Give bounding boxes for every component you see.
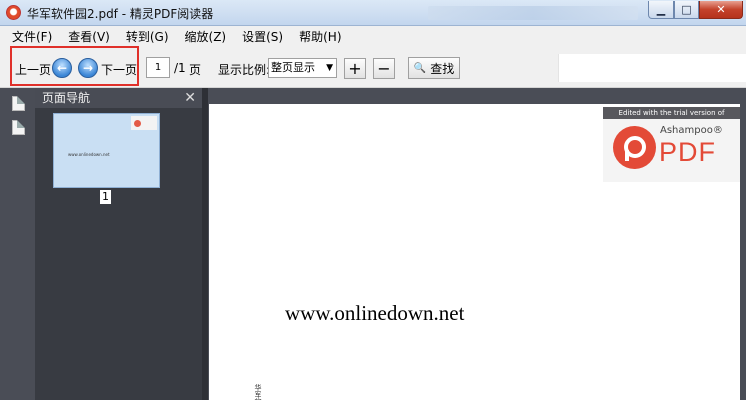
thumbnail-watermark-logo [131, 116, 157, 130]
title-bar: 华军软件园2.pdf - 精灵PDF阅读器 ▁ □ ✕ [0, 0, 746, 26]
prev-page-label[interactable]: 上一页 [15, 61, 51, 78]
nav-panel-header: 页面导航 ✕ [35, 88, 202, 108]
prev-page-button[interactable]: ← [52, 58, 72, 78]
ashampoo-logo-icon [613, 126, 656, 169]
find-label: 查找 [430, 61, 455, 76]
page-thumbnail[interactable]: www.onlinedown.net [53, 113, 160, 188]
thumbnail-page-number: 1 [100, 190, 111, 204]
side-toolbar [0, 88, 35, 400]
page-navigation-panel: 页面导航 ✕ www.onlinedown.net 1 [35, 88, 202, 400]
page-thumbnail-icon[interactable] [12, 96, 25, 111]
search-input[interactable] [558, 54, 746, 82]
document-outline-icon[interactable] [12, 120, 25, 135]
watermark-notice: Edited with the trial version of [603, 107, 740, 119]
document-view[interactable]: Edited with the trial version of Ashampo… [208, 88, 746, 400]
nav-panel-title: 页面导航 [42, 91, 91, 105]
search-icon: 🔍 [413, 62, 427, 74]
arrow-left-icon: ← [56, 61, 68, 75]
menu-view[interactable]: 查看(V) [60, 28, 118, 45]
next-page-button[interactable]: → [78, 58, 98, 78]
trial-watermark: Edited with the trial version of Ashampo… [603, 107, 740, 182]
title-bar-tabs [428, 6, 638, 20]
thumbnail-text: www.onlinedown.net [68, 152, 110, 157]
zoom-out-button[interactable]: − [373, 58, 395, 79]
zoom-label: 显示比例: [218, 63, 271, 77]
menu-settings[interactable]: 设置(S) [234, 28, 291, 45]
menu-bar: 文件(F) 查看(V) 转到(G) 缩放(Z) 设置(S) 帮助(H) [0, 26, 746, 46]
find-button[interactable]: 🔍 查找 [408, 57, 460, 79]
menu-zoom[interactable]: 缩放(Z) [177, 28, 235, 45]
zoom-in-button[interactable]: + [344, 58, 366, 79]
watermark-pdf: PDF [659, 137, 716, 167]
menu-file[interactable]: 文件(F) [4, 28, 60, 45]
dropdown-arrow-icon: ▼ [326, 63, 333, 73]
toolbar: 上一页 ← → 下一页 /1 页 显示比例: 整页显示 ▼ + − 🔍 查找 [0, 46, 746, 88]
maximize-button[interactable]: □ [674, 1, 699, 19]
watermark-brand: Ashampoo® [660, 125, 723, 136]
app-icon [6, 5, 21, 20]
menu-help[interactable]: 帮助(H) [291, 28, 349, 45]
minimize-button[interactable]: ▁ [648, 1, 674, 19]
arrow-right-icon: → [82, 61, 94, 75]
close-button[interactable]: ✕ [699, 1, 743, 19]
zoom-select[interactable]: 整页显示 ▼ [268, 58, 337, 78]
page-total: /1 [174, 61, 186, 75]
next-page-label[interactable]: 下一页 [101, 61, 137, 78]
menu-goto[interactable]: 转到(G) [118, 28, 177, 45]
document-vertical-text: 华军软件 [254, 384, 262, 400]
nav-panel-close-button[interactable]: ✕ [184, 88, 196, 108]
page-number-input[interactable] [146, 57, 170, 78]
page-unit: 页 [189, 63, 202, 77]
window-title: 华军软件园2.pdf - 精灵PDF阅读器 [27, 7, 214, 21]
document-main-text: www.onlinedown.net [285, 301, 465, 325]
pdf-page: Edited with the trial version of Ashampo… [209, 104, 740, 400]
zoom-select-value: 整页显示 [271, 61, 315, 74]
